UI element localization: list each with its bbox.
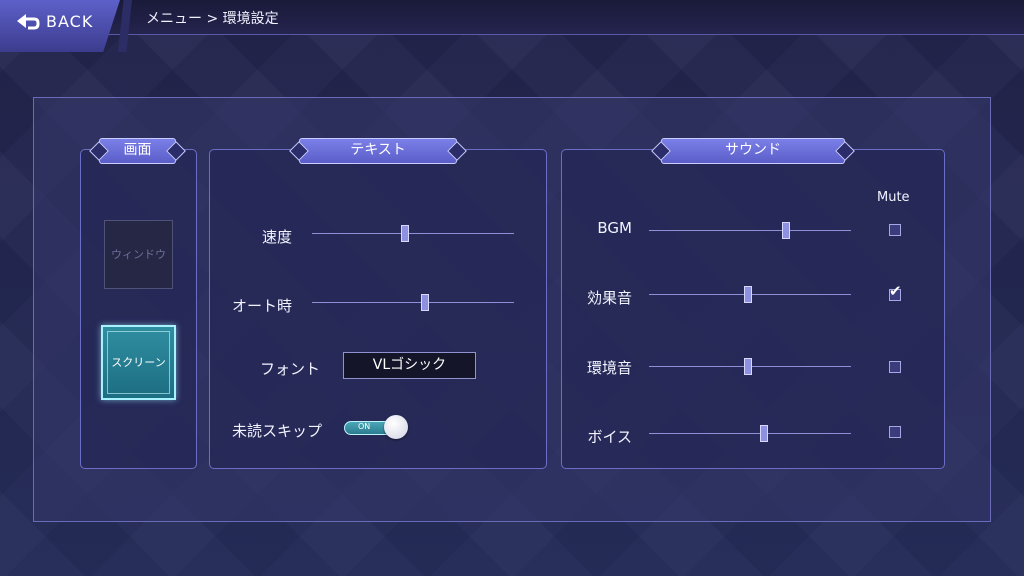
screen-section-title: 画面 — [99, 138, 176, 164]
toggle-state-label: ON — [358, 422, 371, 431]
ambient-label: 環境音 — [586, 359, 632, 377]
font-label: フォント — [259, 360, 320, 378]
back-button[interactable]: BACK — [0, 0, 120, 52]
speed-slider-thumb[interactable] — [400, 225, 409, 242]
voice-mute-checkbox[interactable] — [889, 426, 901, 438]
bgm-mute-checkbox[interactable] — [889, 224, 901, 236]
toggle-knob[interactable] — [384, 415, 408, 439]
back-label: BACK — [46, 12, 94, 31]
bgm-label: BGM — [597, 219, 632, 237]
voice-label: ボイス — [587, 428, 632, 446]
screen-section — [80, 149, 197, 469]
bgm-slider-thumb[interactable] — [782, 222, 791, 239]
skip-unread-label: 未読スキップ — [231, 422, 322, 440]
back-arrow-icon — [17, 14, 40, 30]
sfx-slider-thumb[interactable] — [743, 286, 752, 303]
auto-speed-slider[interactable] — [312, 294, 514, 311]
sfx-slider[interactable] — [649, 286, 851, 303]
fullscreen-mode-button[interactable]: スクリーン — [101, 325, 176, 400]
ambient-slider-thumb[interactable] — [743, 358, 752, 375]
ambient-slider[interactable] — [649, 358, 851, 375]
auto-speed-slider-thumb[interactable] — [421, 294, 430, 311]
speed-slider[interactable] — [312, 225, 514, 242]
sfx-label: 効果音 — [586, 289, 632, 307]
ambient-mute-checkbox[interactable] — [889, 361, 901, 373]
fullscreen-mode-label: スクリーン — [111, 356, 166, 369]
auto-speed-label: オート時 — [231, 297, 292, 315]
skip-unread-toggle[interactable]: ON — [344, 415, 408, 439]
window-mode-button[interactable]: ウィンドウ — [104, 220, 173, 289]
voice-slider[interactable] — [649, 425, 851, 442]
bgm-slider[interactable] — [649, 222, 851, 239]
font-select[interactable]: VLゴシック — [343, 352, 476, 379]
breadcrumb: メニュー > 環境設定 — [146, 11, 279, 27]
speed-label: 速度 — [261, 228, 292, 246]
mute-column-label: Mute — [877, 190, 910, 205]
text-section-title: テキスト — [299, 138, 457, 164]
checkmark-icon: ✔ — [889, 282, 902, 300]
sfx-mute-checkbox[interactable]: ✔ — [889, 284, 902, 301]
voice-slider-thumb[interactable] — [760, 425, 769, 442]
sound-section-title: サウンド — [661, 138, 845, 164]
